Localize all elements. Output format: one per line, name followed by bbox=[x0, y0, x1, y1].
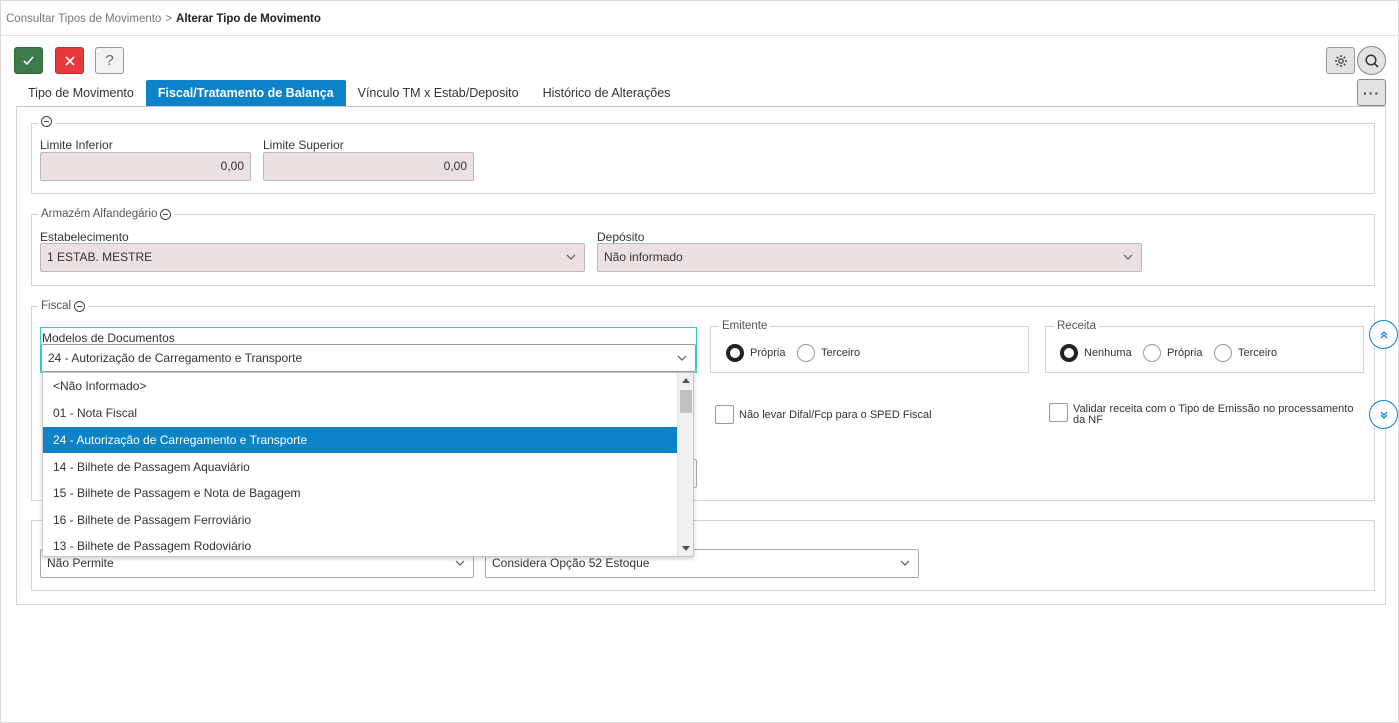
limits-legend bbox=[38, 116, 55, 127]
tab-fiscal-tratamento-balanca[interactable]: Fiscal/Tratamento de Balança bbox=[145, 80, 346, 107]
estabelecimento-label: Estabelecimento bbox=[40, 230, 129, 244]
modelos-dropdown-list: <Não Informado> 01 - Nota Fiscal 24 - Au… bbox=[42, 372, 694, 557]
deposito-select[interactable]: Não informado bbox=[597, 243, 1142, 272]
radio-label: Própria bbox=[750, 347, 786, 359]
tab-vinculo-tm-estab-deposito[interactable]: Vínculo TM x Estab/Deposito bbox=[346, 80, 531, 107]
difal-checkbox[interactable] bbox=[715, 405, 734, 424]
receita-legend: Receita bbox=[1054, 320, 1099, 332]
cancel-button[interactable] bbox=[55, 47, 84, 74]
receita-propria-radio[interactable]: Própria bbox=[1143, 344, 1202, 362]
lower-limit-input[interactable]: 0,00 bbox=[40, 152, 251, 181]
receita-terceiro-radio[interactable]: Terceiro bbox=[1214, 344, 1277, 362]
search-button[interactable] bbox=[1357, 46, 1386, 75]
chevron-down-icon bbox=[900, 560, 910, 566]
scroll-up-button[interactable] bbox=[1369, 320, 1398, 349]
dropdown-scrollbar[interactable] bbox=[677, 373, 693, 556]
validar-receita-checkbox-label: Validar receita com o Tipo de Emissão no… bbox=[1073, 403, 1354, 426]
deposito-value: Não informado bbox=[604, 250, 683, 264]
chevron-down-icon bbox=[455, 560, 465, 566]
search-icon bbox=[1364, 53, 1379, 68]
radio-button-checked bbox=[1060, 344, 1078, 362]
check-icon bbox=[23, 56, 34, 66]
breadcrumb-parent-link[interactable]: Consultar Tipos de Movimento bbox=[6, 13, 161, 25]
dropdown-option[interactable]: 14 - Bilhete de Passagem Aquaviário bbox=[43, 454, 677, 480]
tab-tipo-de-movimento[interactable]: Tipo de Movimento bbox=[16, 80, 146, 107]
upper-limit-input[interactable]: 0,00 bbox=[263, 152, 474, 181]
scroll-down-arrow-icon[interactable] bbox=[682, 546, 690, 551]
settings-button[interactable] bbox=[1326, 47, 1355, 74]
armazem-legend: Armazém Alfandegário bbox=[38, 208, 175, 220]
dropdown-option[interactable]: 15 - Bilhete de Passagem e Nota de Bagag… bbox=[43, 480, 677, 506]
breadcrumb-current: Alterar Tipo de Movimento bbox=[176, 13, 321, 25]
double-chevron-up-icon bbox=[1380, 330, 1387, 338]
scroll-down-button[interactable] bbox=[1369, 400, 1398, 429]
emitente-legend: Emitente bbox=[719, 320, 771, 332]
dropdown-option-selected[interactable]: 24 - Autorização de Carregamento e Trans… bbox=[43, 427, 677, 453]
estabelecimento-select[interactable]: 1 ESTAB. MESTRE bbox=[40, 243, 585, 272]
header-divider bbox=[1, 35, 1398, 36]
dropdown-option[interactable]: 13 - Bilhete de Passagem Rodoviário bbox=[43, 533, 677, 556]
radio-button bbox=[797, 344, 815, 362]
radio-label: Nenhuma bbox=[1084, 347, 1132, 359]
radio-button bbox=[1143, 344, 1161, 362]
more-options-button[interactable]: ··· bbox=[1357, 79, 1386, 106]
difal-checkbox-label: Não levar Difal/Fcp para o SPED Fiscal bbox=[739, 409, 932, 421]
permite-value: Não Permite bbox=[47, 556, 114, 570]
radio-button-checked bbox=[726, 344, 744, 362]
tab-bar: Tipo de Movimento Fiscal/Tratamento de B… bbox=[16, 80, 682, 107]
scroll-up-arrow-icon[interactable] bbox=[682, 378, 690, 383]
modelos-value: 24 - Autorização de Carregamento e Trans… bbox=[48, 351, 303, 365]
collapse-icon[interactable] bbox=[160, 208, 172, 220]
emitente-terceiro-radio[interactable]: Terceiro bbox=[797, 344, 860, 362]
tab-historico-alteracoes[interactable]: Histórico de Alterações bbox=[531, 80, 683, 107]
receita-nenhuma-radio[interactable]: Nenhuma bbox=[1060, 344, 1132, 362]
radio-button bbox=[1214, 344, 1232, 362]
radio-label: Própria bbox=[1167, 347, 1203, 359]
chevron-down-icon bbox=[677, 355, 687, 361]
scrollbar-thumb[interactable] bbox=[680, 390, 692, 413]
collapse-icon[interactable] bbox=[74, 300, 86, 312]
radio-label: Terceiro bbox=[1238, 347, 1278, 359]
radio-label: Terceiro bbox=[821, 347, 861, 359]
validar-receita-checkbox[interactable] bbox=[1049, 403, 1068, 422]
modelos-select[interactable]: 24 - Autorização de Carregamento e Trans… bbox=[41, 344, 696, 372]
chevron-down-icon bbox=[1123, 254, 1133, 260]
dropdown-option[interactable]: <Não Informado> bbox=[43, 373, 677, 399]
opcao-estoque-value: Considera Opção 52 Estoque bbox=[492, 556, 650, 570]
upper-limit-label: Limite Superior bbox=[263, 138, 344, 152]
help-button[interactable]: ? bbox=[95, 47, 124, 74]
fiscal-legend: Fiscal bbox=[38, 300, 89, 312]
breadcrumb: Consultar Tipos de Movimento > Alterar Tip… bbox=[6, 13, 321, 25]
fiscal-legend-text: Fiscal bbox=[41, 300, 72, 312]
dropdown-option[interactable]: 01 - Nota Fiscal bbox=[43, 400, 677, 426]
collapse-icon[interactable] bbox=[41, 116, 52, 127]
close-icon bbox=[64, 55, 75, 66]
lower-limit-label: Limite Inferior bbox=[40, 138, 113, 152]
dropdown-option[interactable]: 16 - Bilhete de Passagem Ferroviário bbox=[43, 507, 677, 533]
double-chevron-down-icon bbox=[1380, 411, 1387, 419]
armazem-legend-text: Armazém Alfandegário bbox=[41, 208, 158, 220]
chevron-down-icon bbox=[566, 254, 576, 260]
gear-icon bbox=[1334, 54, 1347, 67]
estabelecimento-value: 1 ESTAB. MESTRE bbox=[47, 250, 153, 264]
emitente-propria-radio[interactable]: Própria bbox=[726, 344, 785, 362]
modelos-label: Modelos de Documentos bbox=[42, 331, 175, 345]
breadcrumb-separator: > bbox=[165, 13, 173, 25]
deposito-label: Depósito bbox=[597, 230, 645, 244]
confirm-button[interactable] bbox=[14, 47, 43, 74]
